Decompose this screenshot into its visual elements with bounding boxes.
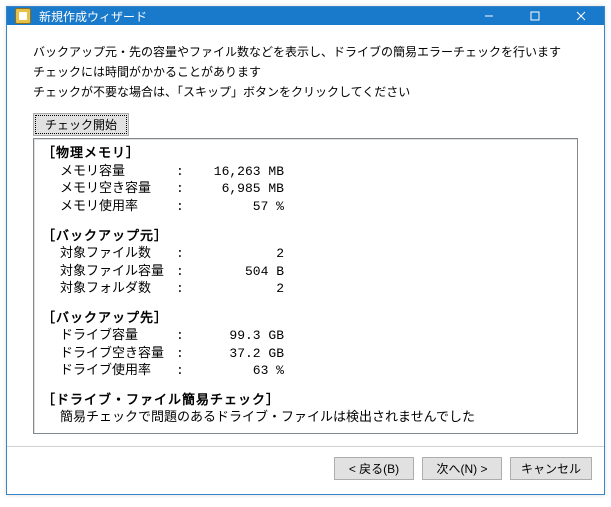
back-button[interactable]: < 戻る(B) <box>334 457 414 480</box>
check-result-message: 簡易チェックで問題のあるドライブ・ファイルは検出されませんでした <box>42 409 569 427</box>
description-line-3: チェックが不要な場合は、「スキップ」ボタンをクリックしてください <box>33 83 578 100</box>
section-memory-label: ［物理メモリ］ <box>42 145 569 163</box>
memory-row-2: メモリ使用率:57 % <box>42 198 569 216</box>
dest-row-1: ドライブ空き容量:37.2 GB <box>42 345 569 363</box>
source-row-0: 対象ファイル数:2 <box>42 245 569 263</box>
source-row-2: 対象フォルダ数:2 <box>42 280 569 298</box>
source-row-1: 対象ファイル容量:504 B <box>42 263 569 281</box>
app-icon <box>15 8 31 24</box>
titlebar: 新規作成ウィザード <box>7 7 604 25</box>
dest-row-0: ドライブ容量:99.3 GB <box>42 327 569 345</box>
section-source-label: ［バックアップ元］ <box>42 228 569 246</box>
section-dest-label: ［バックアップ先］ <box>42 310 569 328</box>
dest-row-2: ドライブ使用率:63 % <box>42 362 569 380</box>
description: バックアップ元・先の容量やファイル数などを表示し、ドライブの簡易エラーチェックを… <box>33 43 578 103</box>
maximize-button[interactable] <box>512 7 558 25</box>
wizard-nav-bar: < 戻る(B) 次へ(N) > キャンセル <box>7 446 604 494</box>
window-title: 新規作成ウィザード <box>39 8 466 25</box>
memory-row-0: メモリ容量:16,263 MB <box>42 163 569 181</box>
close-button[interactable] <box>558 7 604 25</box>
next-button[interactable]: 次へ(N) > <box>422 457 502 480</box>
check-start-button[interactable]: チェック開始 <box>33 113 129 136</box>
report-box: ［物理メモリ］ メモリ容量:16,263 MB メモリ空き容量:6,985 MB… <box>33 138 578 434</box>
wizard-window: 新規作成ウィザード バックアップ元・先の容量やファイル数などを表示し、ドライブの… <box>6 6 605 495</box>
cancel-button[interactable]: キャンセル <box>510 457 592 480</box>
window-buttons <box>466 7 604 25</box>
description-line-1: バックアップ元・先の容量やファイル数などを表示し、ドライブの簡易エラーチェックを… <box>33 43 578 60</box>
memory-row-1: メモリ空き容量:6,985 MB <box>42 180 569 198</box>
content-area: バックアップ元・先の容量やファイル数などを表示し、ドライブの簡易エラーチェックを… <box>7 25 604 446</box>
description-line-2: チェックには時間がかかることがあります <box>33 63 578 80</box>
section-check-label: ［ドライブ・ファイル簡易チェック］ <box>42 392 569 410</box>
minimize-button[interactable] <box>466 7 512 25</box>
